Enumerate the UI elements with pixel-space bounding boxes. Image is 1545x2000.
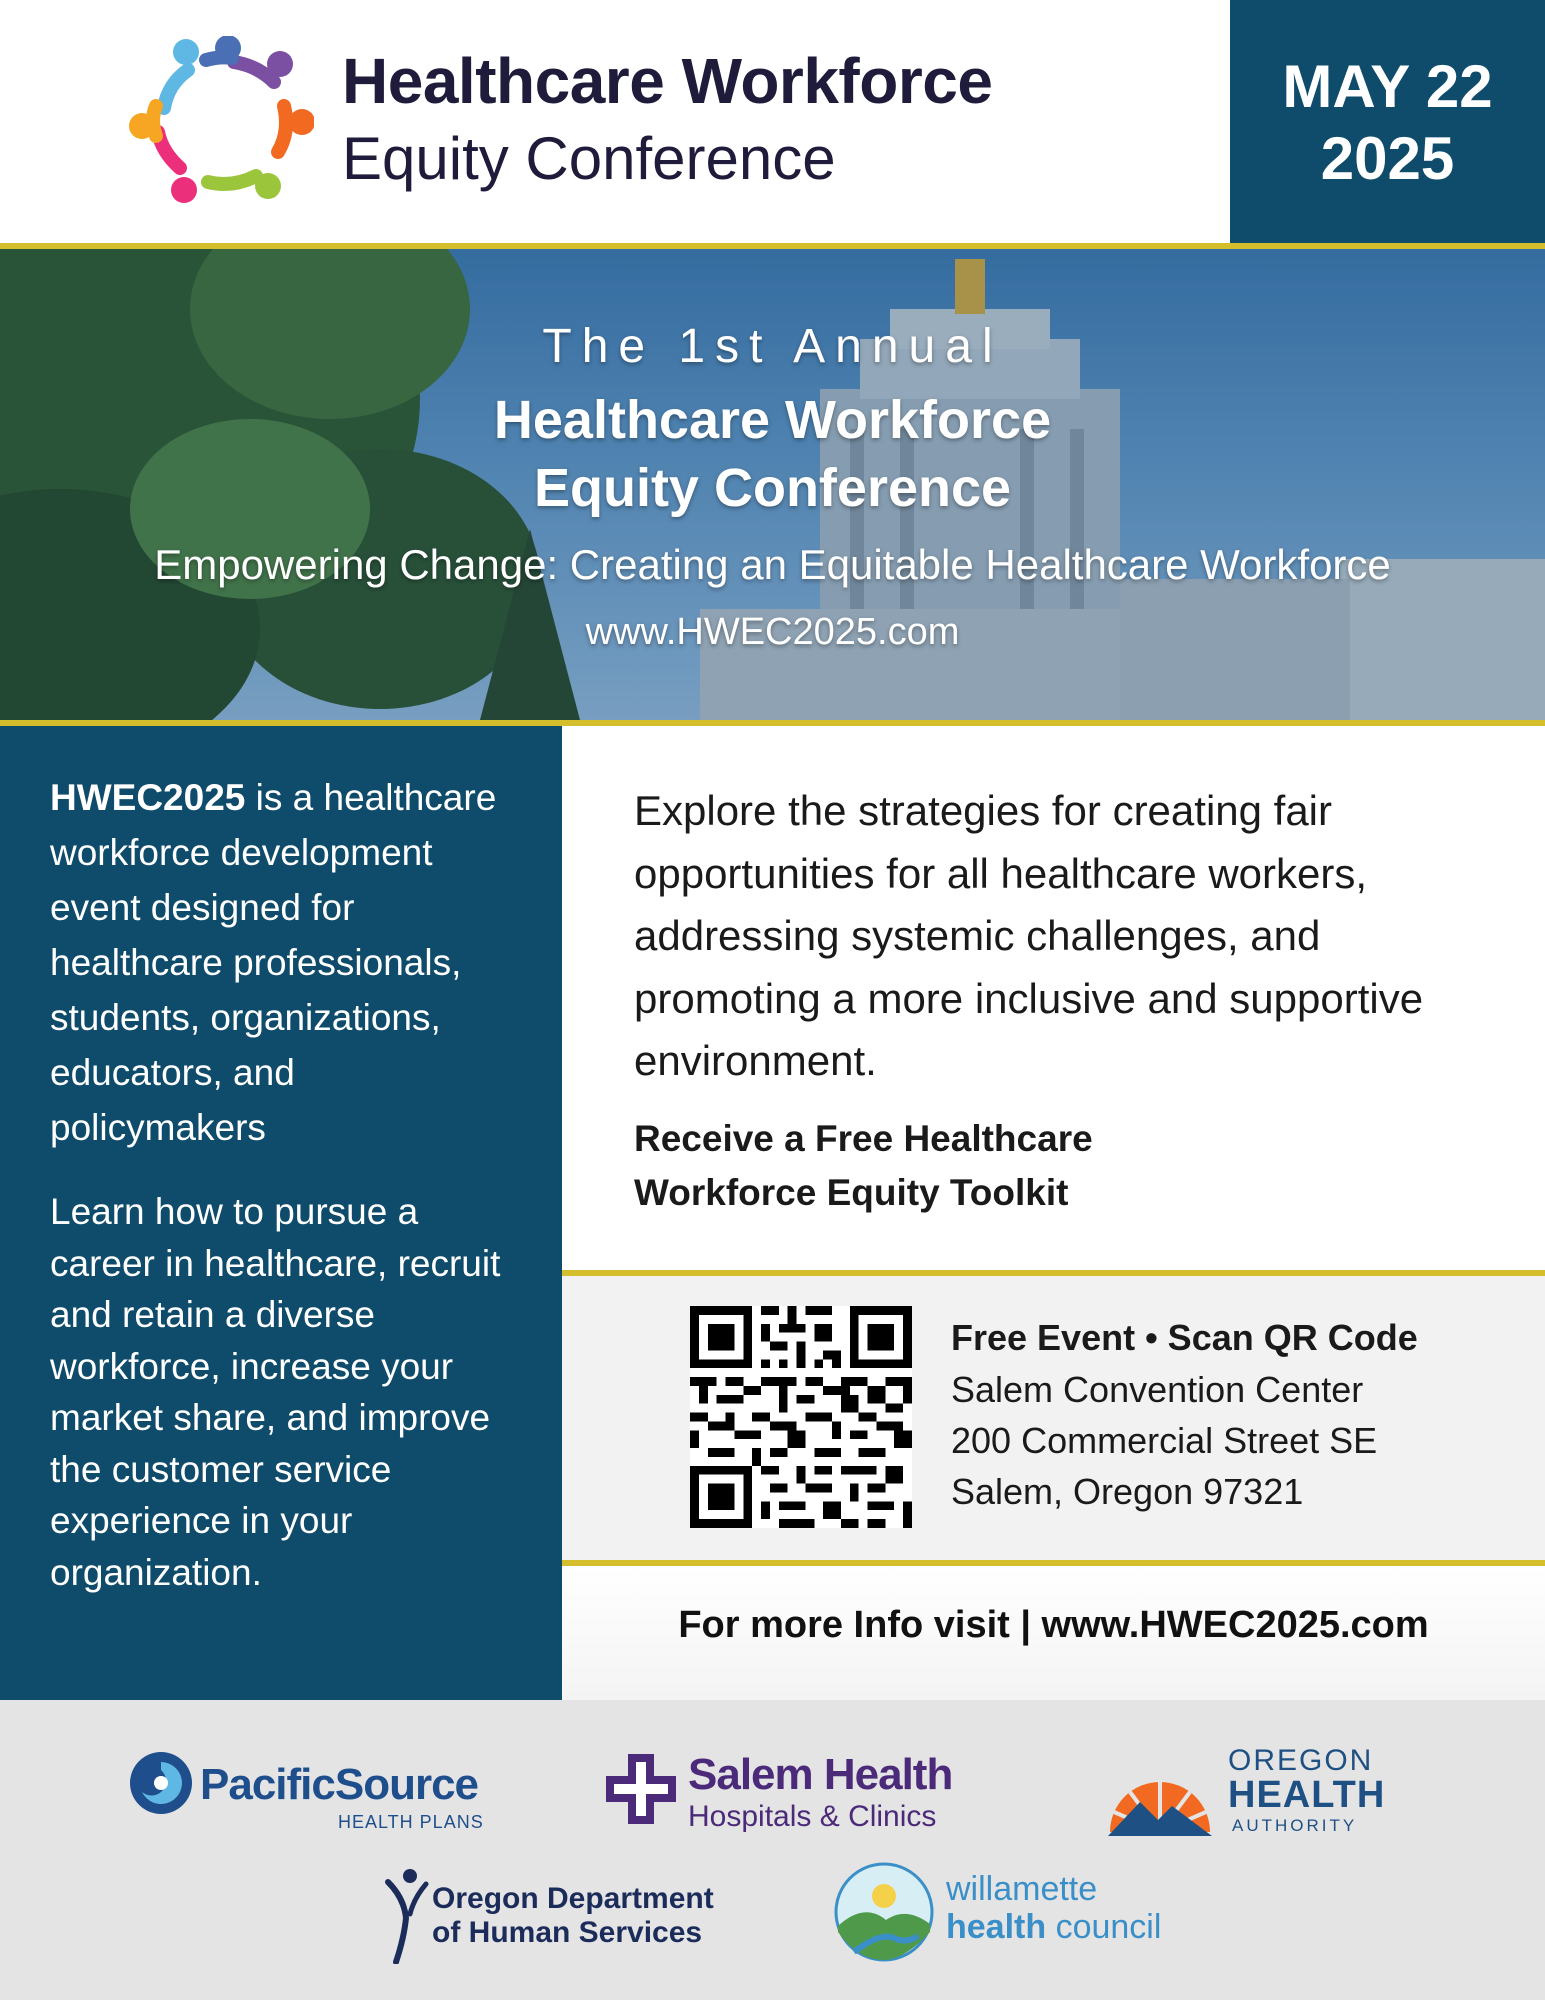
conference-title-line1: Healthcare Workforce (342, 45, 993, 117)
oregon-health-authority-logo: OREGON HEALTH AUTHORITY (1100, 1740, 1430, 1840)
salem-health-name: Salem Health (688, 1750, 953, 1799)
venue-city: Salem, Oregon 97321 (951, 1471, 1304, 1512)
sponsor-logos: PacificSource HEALTH PLANS Salem Health … (0, 1700, 1545, 2000)
venue-name: Salem Convention Center (951, 1369, 1364, 1410)
left-info-panel: HWEC2025 is a healthcare workforce devel… (0, 726, 562, 1700)
venue-street: 200 Commercial Street SE (951, 1420, 1378, 1461)
more-info-band: For more Info visit | www.HWEC2025.com (562, 1566, 1545, 1700)
toolkit-line1: Receive a Free Healthcare (634, 1118, 1093, 1159)
hero-subtitle: Empowering Change: Creating an Equitable… (154, 541, 1391, 588)
free-event-headline: Free Event • Scan QR Code (951, 1317, 1418, 1358)
date-month-day: MAY 22 (1282, 53, 1493, 120)
toolkit-line2: Workforce Equity Toolkit (634, 1172, 1069, 1213)
pacificsource-name: PacificSource (200, 1760, 479, 1809)
hero-annual: The 1st Annual (542, 320, 1003, 373)
dhs-line1: Oregon Department (432, 1882, 714, 1915)
whc-willamette: willamette (946, 1870, 1098, 1908)
more-info-link[interactable]: For more Info visit | www.HWEC2025.com (562, 1604, 1545, 1647)
hero-banner: The 1st Annual Healthcare Workforce Equi… (0, 249, 1545, 720)
salem-health-logo: Salem Health Hospitals & Clinics (606, 1744, 966, 1844)
pacificsource-swirl-icon (130, 1752, 192, 1814)
conference-title-line2: Equity Conference (342, 125, 836, 192)
oregon-dhs-logo: Oregon Department of Human Services (384, 1868, 724, 1968)
toolkit-offer: Receive a Free Healthcare Workforce Equit… (634, 1112, 1334, 1220)
valley-landscape-icon (834, 1862, 934, 1962)
pacificsource-subtitle: HEALTH PLANS (338, 1812, 484, 1832)
willamette-health-council-logo: willamette health council (834, 1860, 1194, 1970)
event-location-info: Free Event • Scan QR Code Salem Conventi… (951, 1312, 1418, 1517)
oha-authority: AUTHORITY (1232, 1816, 1358, 1835)
salem-health-subtitle: Hospitals & Clinics (688, 1800, 937, 1833)
salem-health-cross-icon (606, 1754, 676, 1824)
whc-health-council: health council (946, 1908, 1161, 1947)
sun-mountain-icon (1108, 1780, 1212, 1836)
header: Healthcare Workforce Equity Conference M… (0, 0, 1545, 243)
explore-paragraph: Explore the strategies for creating fair… (634, 787, 1424, 1084)
hero-website-link[interactable]: www.HWEC2025.com (0, 611, 1545, 654)
whc-council: council (1046, 1908, 1162, 1946)
event-description: HWEC2025 is a healthcare workforce devel… (50, 770, 520, 1155)
learn-description: Learn how to pursue a career in healthca… (50, 1191, 501, 1593)
pacificsource-logo: PacificSource HEALTH PLANS (128, 1746, 508, 1846)
oha-oregon: OREGON (1228, 1744, 1374, 1777)
dhs-line2: of Human Services (432, 1916, 703, 1949)
oha-health: HEALTH (1228, 1774, 1386, 1816)
date-year: 2025 (1320, 125, 1455, 192)
hero-title-line2: Equity Conference (533, 458, 1012, 518)
human-figure-icon (385, 1869, 429, 1964)
event-acronym: HWEC2025 (50, 777, 246, 818)
qr-code-icon[interactable] (690, 1306, 912, 1528)
date-box: MAY 22 2025 (1230, 0, 1545, 243)
hero-title-line1: Healthcare Workforce (493, 390, 1052, 450)
whc-health: health (946, 1908, 1047, 1946)
people-circle-logo-icon (129, 36, 314, 203)
event-description-text: is a healthcare workforce development ev… (50, 777, 497, 1148)
